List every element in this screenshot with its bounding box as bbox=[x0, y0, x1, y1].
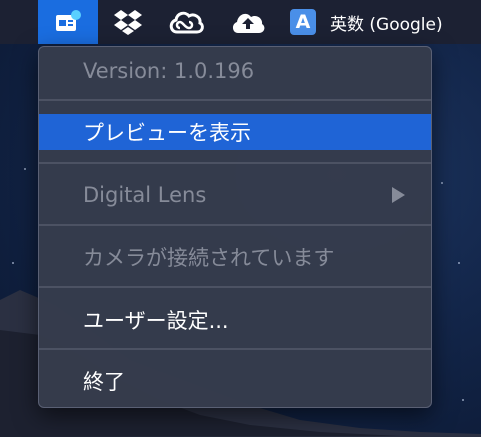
input-method-badge: A bbox=[290, 9, 316, 35]
star bbox=[24, 168, 26, 170]
star bbox=[458, 262, 460, 264]
version-label: Version: 1.0.196 bbox=[83, 59, 255, 83]
input-method-label: 英数 (Google) bbox=[330, 14, 443, 35]
star bbox=[441, 182, 443, 184]
creative-cloud-icon bbox=[169, 11, 204, 34]
dropbox-icon bbox=[114, 10, 142, 35]
menu-separator bbox=[39, 224, 431, 226]
menu-item-version: Version: 1.0.196 bbox=[39, 53, 431, 89]
menu-item-user-settings[interactable]: ユーザー設定... bbox=[39, 302, 431, 338]
submenu-arrow-icon bbox=[392, 187, 405, 203]
camera-status-label: カメラが接続されています bbox=[83, 246, 335, 270]
digital-lens-label: Digital Lens bbox=[83, 183, 207, 207]
star bbox=[462, 399, 464, 401]
menu-item-show-preview[interactable]: プレビューを表示 bbox=[39, 114, 431, 150]
input-method-menu-extra[interactable]: A 英数 (Google) bbox=[290, 0, 481, 44]
camera-preview-app-menu-extra[interactable] bbox=[38, 0, 98, 44]
camera-preview-app-icon bbox=[56, 10, 81, 31]
menu-separator bbox=[39, 286, 431, 288]
creative-cloud-menu-extra[interactable] bbox=[160, 0, 212, 44]
cloud-upload-menu-extra[interactable] bbox=[222, 0, 274, 44]
menu-separator bbox=[39, 348, 431, 350]
menu-item-quit[interactable]: 終了 bbox=[39, 363, 431, 399]
dropdown-menu: Version: 1.0.196 プレビューを表示 Digital Lens カ… bbox=[38, 46, 432, 408]
show-preview-label: プレビューを表示 bbox=[83, 121, 251, 145]
menu-item-digital-lens: Digital Lens bbox=[39, 177, 431, 213]
quit-label: 終了 bbox=[83, 370, 125, 394]
menu-separator bbox=[39, 162, 431, 164]
star bbox=[12, 262, 14, 264]
cloud-upload-icon bbox=[232, 13, 265, 33]
menu-item-camera-status: カメラが接続されています bbox=[39, 239, 431, 275]
dropbox-menu-extra[interactable] bbox=[106, 0, 150, 44]
menu-bar: A 英数 (Google) bbox=[0, 0, 481, 44]
user-settings-label: ユーザー設定... bbox=[83, 309, 229, 333]
menu-separator bbox=[39, 99, 431, 101]
